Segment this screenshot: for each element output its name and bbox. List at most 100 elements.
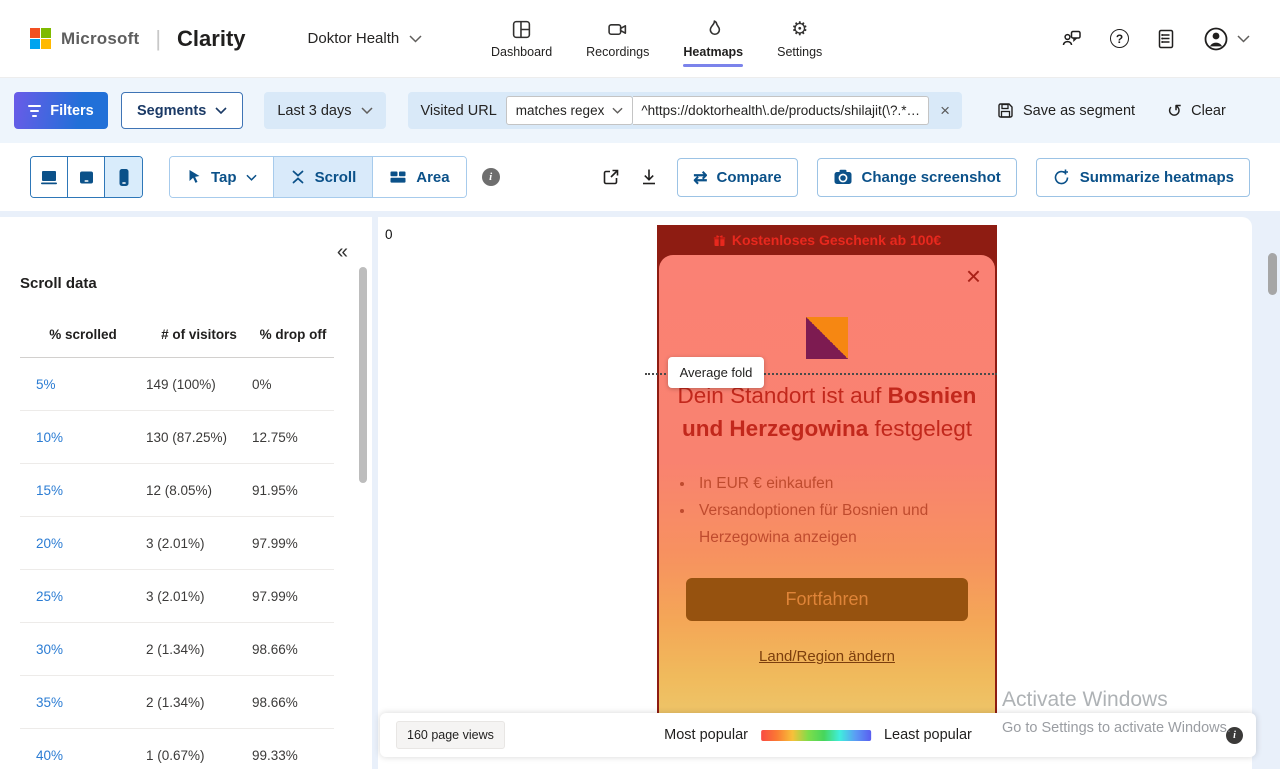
table-row: 5%149 (100%)0% [20,358,334,411]
scrolled-link[interactable]: 30% [20,642,146,657]
heatmap-mode-group: Tap Scroll Area [169,156,467,198]
segments-dropdown[interactable]: Segments [121,92,243,129]
legend-bar: 160 page views Most popular Least popula… [380,713,1256,757]
heatmaps-flame-icon [703,19,724,40]
table-row: 30%2 (1.34%)98.66% [20,623,334,676]
change-screenshot-button[interactable]: Change screenshot [817,158,1017,197]
scroll-data-table: % scrolled # of visitors % drop off 5%14… [20,327,334,769]
compare-button[interactable]: ⇄ Compare [677,158,797,197]
table-row: 15%12 (8.05%)91.95% [20,464,334,517]
table-row: 35%2 (1.34%)98.66% [20,676,334,729]
table-row: 40%1 (0.67%)99.33% [20,729,334,769]
summarize-heatmaps-button[interactable]: Summarize heatmaps [1036,158,1250,197]
modal-bullet-list: In EUR € einkaufen Versandoptionen für B… [695,470,975,551]
chevron-down-icon [246,174,257,181]
recordings-icon [607,19,628,40]
scrolled-link[interactable]: 25% [20,589,146,604]
most-popular-label: Most popular [664,727,748,743]
clear-filters-button[interactable]: ↺ Clear [1167,102,1226,120]
main-area: « Scroll data % scrolled # of visitors %… [0,211,1280,769]
help-icon[interactable]: ? [1110,29,1129,48]
save-as-segment-button[interactable]: Save as segment [997,102,1135,119]
compare-arrows-icon: ⇄ [693,169,707,186]
chevron-down-icon [1237,35,1250,43]
legend-info-icon[interactable]: i [1226,727,1243,744]
toolbar-right: ⇄ Compare Change screenshot Summarize he… [601,158,1250,197]
tab-settings[interactable]: ⚙ Settings [775,0,824,77]
scroll-ruler-zero: 0 [385,227,393,242]
product-name: Clarity [177,26,245,52]
scrolled-link[interactable]: 40% [20,748,146,763]
brand: Microsoft | Clarity [30,26,246,52]
header-icons: ? [1061,26,1250,52]
average-fold-label: Average fold [668,357,764,388]
tab-label: Dashboard [491,45,552,59]
download-icon[interactable] [640,167,658,187]
tab-recordings[interactable]: Recordings [584,0,651,77]
visited-url-label: Visited URL [420,103,496,119]
tab-label: Recordings [586,45,649,59]
chevron-down-icon [409,35,422,43]
bullet-item: In EUR € einkaufen [695,470,975,497]
top-nav: Microsoft | Clarity Doktor Health Dashbo… [0,0,1280,78]
promo-banner: Kostenloses Geschenk ab 100€ [657,225,997,255]
device-desktop-button[interactable] [31,157,68,197]
area-mode-button[interactable]: Area [373,157,465,197]
chevron-down-icon [215,107,227,114]
page-views-badge: 160 page views [396,721,505,749]
banner-text: Kostenloses Geschenk ab 100€ [732,232,941,248]
scrolled-link[interactable]: 10% [20,430,146,445]
column-header: # of visitors [146,327,252,342]
feedback-icon[interactable] [1061,28,1083,50]
remove-filter-icon[interactable]: × [938,101,952,121]
collapse-panel-icon[interactable]: « [337,241,348,264]
change-region-link[interactable]: Land/Region ändern [659,648,995,665]
popularity-legend: Most popular Least popular [664,727,972,743]
gift-icon [713,234,726,247]
dashboard-icon [511,19,532,40]
filter-icon [28,105,41,117]
site-logo [806,317,848,359]
account-menu[interactable] [1203,26,1250,52]
least-popular-label: Least popular [884,727,972,743]
filters-button[interactable]: Filters [14,92,108,129]
primary-tabs: Dashboard Recordings Heatmaps ⚙ Settings [489,0,824,77]
scrolled-link[interactable]: 15% [20,483,146,498]
column-header: % scrolled [20,327,146,342]
heatmap-toolbar: Tap Scroll Area i ⇄ Compare Change scree… [0,143,1280,211]
scrolled-link[interactable]: 5% [20,377,146,392]
url-operator-dropdown[interactable]: matches regex [506,96,634,125]
table-row: 10%130 (87.25%)12.75% [20,411,334,464]
date-range-dropdown[interactable]: Last 3 days [264,92,386,129]
project-name: Doktor Health [308,30,400,47]
share-icon[interactable] [601,167,621,187]
avatar-icon [1203,26,1229,52]
area-icon [389,169,407,185]
tab-heatmaps[interactable]: Heatmaps [681,0,745,77]
info-icon[interactable]: i [482,168,500,186]
url-regex-value[interactable]: ^https://doktorhealth\.de/products/shila… [633,96,929,125]
panel-scrollbar[interactable] [359,267,367,483]
release-notes-icon[interactable] [1156,28,1176,50]
project-selector[interactable]: Doktor Health [308,30,423,47]
device-tablet-button[interactable] [68,157,105,197]
brand-divider: | [155,26,161,52]
tab-dashboard[interactable]: Dashboard [489,0,554,77]
settings-gear-icon: ⚙ [791,19,808,40]
scrolled-link[interactable]: 20% [20,536,146,551]
cursor-icon [186,168,202,186]
tab-label: Heatmaps [683,45,743,59]
tap-mode-dropdown[interactable]: Tap [170,157,274,197]
microsoft-logo-icon [30,28,51,49]
microsoft-wordmark: Microsoft [61,29,139,49]
window-scrollbar[interactable] [1268,253,1277,295]
close-icon[interactable]: × [966,263,981,289]
device-mobile-button[interactable] [105,157,142,197]
device-toggle-group [30,156,143,198]
column-header: % drop off [252,327,334,342]
filter-actions: Save as segment ↺ Clear [997,102,1226,120]
panel-title: Scroll data [20,275,97,292]
continue-button[interactable]: Fortfahren [686,578,968,621]
scrolled-link[interactable]: 35% [20,695,146,710]
scroll-mode-button[interactable]: Scroll [274,157,374,197]
